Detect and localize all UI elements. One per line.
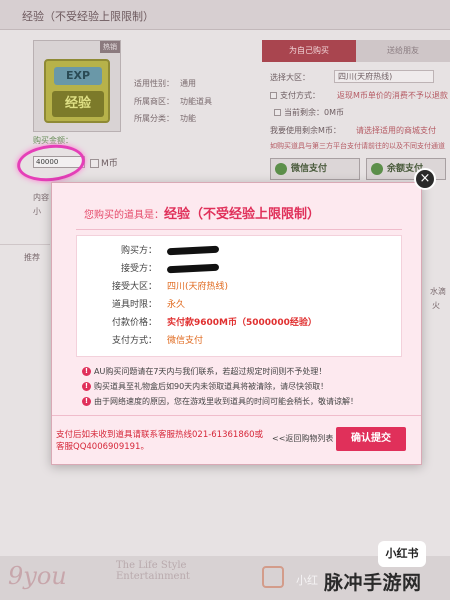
balance-row: 当前剩余：0M币 bbox=[274, 107, 344, 118]
balance-check-icon bbox=[371, 162, 383, 175]
purchase-tabs: 为自己购买 送给朋友 bbox=[262, 40, 450, 62]
exp-item-image: EXP 经验 bbox=[44, 59, 110, 123]
receiver-row: 接受方： bbox=[77, 260, 403, 278]
use-balance-row: 我要使用剩余M币： bbox=[270, 126, 341, 135]
left-fragment-2: 小 bbox=[33, 207, 41, 216]
use-balance-note: 请选择适用的商城支付 bbox=[356, 126, 436, 135]
region-detail-row: 接受大区： 四川(天府热线) bbox=[111, 282, 229, 292]
right-fragment-2: 火 bbox=[432, 301, 440, 310]
notice-2: ! 购买道具至礼物盒后如90天内未领取道具将被清除，请尽快领取！ bbox=[82, 381, 328, 392]
9you-logo: 9you bbox=[8, 562, 67, 590]
modal-bottom-divider bbox=[52, 415, 421, 416]
site-watermark: 脉冲手游网 bbox=[324, 572, 422, 594]
hotline-text: 支付后如未收到道具请联系客服热线021-61361860或客服QQ4006909… bbox=[56, 430, 264, 452]
method-row: 支付方式： 微信支付 bbox=[111, 336, 204, 346]
warning-icon: ! bbox=[82, 397, 91, 406]
left-fragment-3: 推荐 bbox=[24, 253, 40, 262]
close-icon[interactable]: × bbox=[414, 168, 436, 190]
amount-unit: M币 bbox=[90, 156, 118, 169]
pay-method-checkbox[interactable] bbox=[270, 92, 277, 99]
info-gender: 适用性别： 通用 bbox=[134, 79, 196, 88]
region-row: 选择大区： bbox=[270, 73, 310, 82]
modal-item-title: 经验（不受经验上限限制） bbox=[164, 207, 321, 222]
purchase-tip: 如购买道具与第三方平台支付请前往的以及不同支付通道 bbox=[270, 142, 445, 150]
buyer-row: 购买方： bbox=[77, 242, 403, 260]
pay-method-row: 支付方式： bbox=[270, 90, 320, 101]
exp-image-text: 经验 bbox=[52, 91, 104, 117]
redacted-buyer bbox=[166, 245, 220, 256]
modal-heading: 您购买的道具是：经验（不受经验上限限制） bbox=[84, 203, 320, 222]
confirm-submit-button[interactable]: 确认提交 bbox=[336, 427, 406, 451]
currency-checkbox[interactable] bbox=[90, 159, 99, 168]
warning-icon: ! bbox=[82, 367, 91, 376]
product-card: 热销 EXP 经验 bbox=[33, 40, 121, 132]
order-details: 购买方： 接受方： 接受大区： 四川(天府热线) 道具时限： 永久 付款价格： … bbox=[76, 235, 402, 357]
tab-gift-friend[interactable]: 送给朋友 bbox=[356, 40, 450, 62]
xhs-watermark-small: 小红 bbox=[296, 574, 318, 587]
duration-row: 道具时限： 永久 bbox=[111, 300, 186, 310]
page-header: 经验（不受经验上限限制） bbox=[0, 0, 450, 30]
info-zone: 所属商区： 功能道具 bbox=[134, 97, 212, 106]
return-to-list-link[interactable]: <<返回购物列表 bbox=[272, 433, 333, 444]
tab-buy-self[interactable]: 为自己购买 bbox=[262, 40, 356, 62]
pay-method-note: 返现M币单价的消费不予以退款 bbox=[337, 91, 448, 100]
xiaohongshu-badge: 小红书 bbox=[378, 541, 426, 567]
purchase-confirm-modal: 您购买的道具是：经验（不受经验上限限制） 购买方： 接受方： 接受大区： 四川(… bbox=[51, 182, 422, 465]
highlight-annotation bbox=[15, 141, 87, 185]
partner-logo-icon bbox=[262, 566, 284, 588]
redacted-receiver bbox=[166, 263, 220, 274]
left-fragment-1: 内容 bbox=[33, 193, 49, 202]
wechat-check-icon bbox=[275, 162, 287, 175]
lifestyle-logo: The Life Style Entertainment bbox=[116, 560, 190, 582]
notice-1: ! AU购买问题请在7天内与我们联系，若超过规定时间则不予处理！ bbox=[82, 366, 326, 377]
modal-heading-prefix: 您购买的道具是： bbox=[84, 210, 164, 221]
warning-icon: ! bbox=[82, 382, 91, 391]
balance-checkbox[interactable] bbox=[274, 109, 281, 116]
price-row: 付款价格： 实付款9600M币（5000000经验） bbox=[111, 318, 317, 328]
notice-3: ! 由于网络速度的原因，您在游戏里收到道具的时间可能会稍长，敬请谅解！ bbox=[82, 396, 358, 407]
right-fragment-1: 水滴 bbox=[430, 287, 446, 296]
modal-divider bbox=[76, 229, 402, 230]
wechat-pay-button[interactable]: 微信支付 bbox=[270, 158, 360, 180]
region-select[interactable]: 四川(天府热线) bbox=[334, 70, 434, 83]
divider-left bbox=[0, 244, 50, 245]
exp-image-label: EXP bbox=[54, 67, 102, 85]
page-title: 经验（不受经验上限限制） bbox=[22, 10, 154, 23]
info-category: 所属分类： 功能 bbox=[134, 114, 196, 123]
hot-tag: 热销 bbox=[100, 41, 120, 53]
